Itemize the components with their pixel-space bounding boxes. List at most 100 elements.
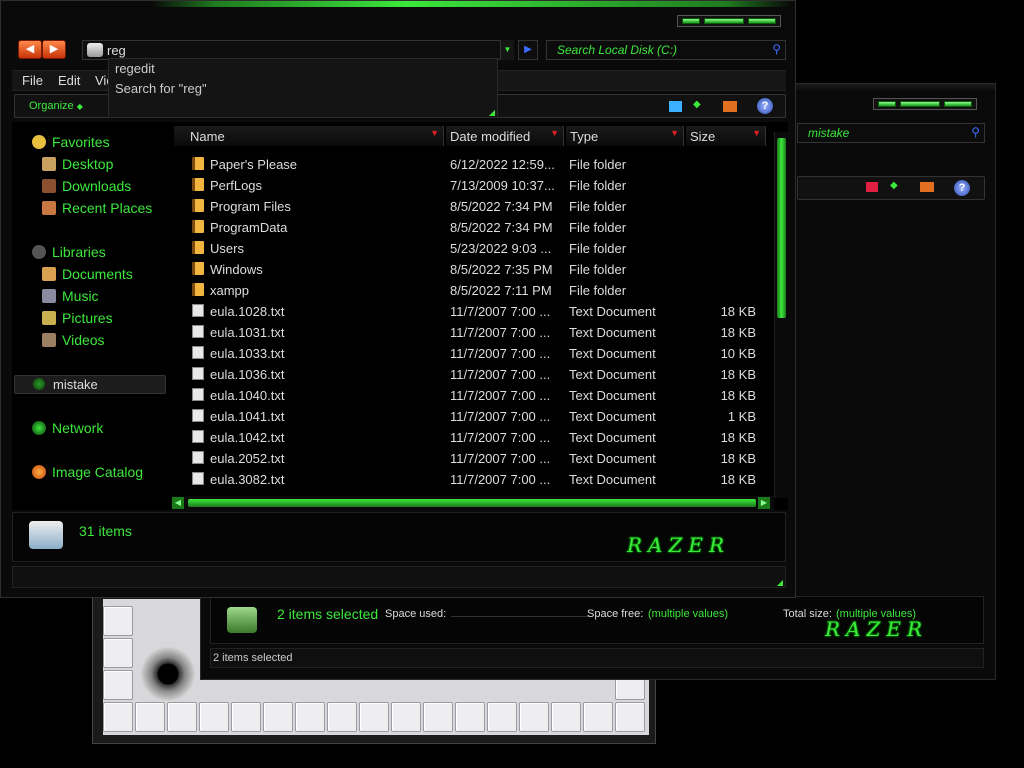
game-tile[interactable] <box>295 702 325 732</box>
game-tile[interactable] <box>103 702 133 732</box>
game-tile[interactable] <box>199 702 229 732</box>
file-row[interactable]: eula.1042.txt 11/7/2007 7:00 ... Text Docu… <box>172 427 772 448</box>
search-input[interactable]: Search Local Disk (C:) ⚲ <box>546 40 786 60</box>
burn-icon[interactable] <box>723 101 737 112</box>
resize-grip-icon[interactable]: ◢ <box>777 578 783 587</box>
vertical-scrollbar[interactable] <box>774 132 788 498</box>
game-tile[interactable] <box>551 702 581 732</box>
search-input-back[interactable]: mistake ⚲ <box>797 123 985 143</box>
game-tile[interactable] <box>135 702 165 732</box>
nav-label: Downloads <box>62 178 132 194</box>
preview-icon[interactable] <box>669 101 682 112</box>
game-tile[interactable] <box>455 702 485 732</box>
game-tile[interactable] <box>103 638 133 668</box>
game-tile[interactable] <box>519 702 549 732</box>
file-row[interactable]: eula.1031.txt 11/7/2007 7:00 ... Text Docu… <box>172 322 772 343</box>
suggestion-item[interactable]: regedit <box>109 59 497 79</box>
game-tile[interactable] <box>423 702 453 732</box>
address-input[interactable] <box>107 43 487 58</box>
file-row[interactable]: Windows 8/5/2022 7:35 PM File folder <box>172 259 772 280</box>
minimize-button[interactable] <box>878 101 896 107</box>
go-button[interactable]: ▶ <box>518 40 538 60</box>
close-button[interactable] <box>944 101 972 107</box>
nav-label: Favorites <box>52 134 110 150</box>
file-name: eula.1028.txt <box>210 304 285 319</box>
file-row[interactable]: PerfLogs 7/13/2009 10:37... File folder <box>172 175 772 196</box>
game-tile[interactable] <box>359 702 389 732</box>
help-icon[interactable]: ? <box>757 98 773 114</box>
search-icon[interactable]: ⚲ <box>772 42 781 56</box>
file-row[interactable]: eula.1028.txt 11/7/2007 7:00 ... Text Docu… <box>172 301 772 322</box>
file-row[interactable]: Users 5/23/2022 9:03 ... File folder <box>172 238 772 259</box>
close-button[interactable] <box>748 18 776 24</box>
column-header-date[interactable]: Date modified ▼ <box>446 126 564 146</box>
game-tile[interactable] <box>103 670 133 700</box>
file-row[interactable]: Program Files 8/5/2022 7:34 PM File folder <box>172 196 772 217</box>
horizontal-scrollbar[interactable]: ◀ ▶ <box>172 496 774 510</box>
scroll-thumb[interactable] <box>188 499 756 507</box>
game-tile[interactable] <box>615 702 645 732</box>
nav-videos[interactable]: Videos <box>42 332 105 348</box>
column-header-type[interactable]: Type ▼ <box>566 126 684 146</box>
file-row[interactable]: ProgramData 8/5/2022 7:34 PM File folder <box>172 217 772 238</box>
file-list[interactable]: Name ▼ Date modified ▼ Type ▼ Size ▼ Paper's… <box>172 122 788 510</box>
file-row[interactable]: eula.1033.txt 11/7/2007 7:00 ... Text Docu… <box>172 343 772 364</box>
column-header-size[interactable]: Size ▼ <box>686 126 766 146</box>
nav-image-catalog[interactable]: Image Catalog <box>32 464 143 480</box>
file-row[interactable]: eula.3082.txt 11/7/2007 7:00 ... Text Docu… <box>172 469 772 490</box>
minimize-button[interactable] <box>682 18 700 24</box>
nav-pictures[interactable]: Pictures <box>42 310 113 326</box>
scroll-left-button[interactable]: ◀ <box>172 497 184 509</box>
menu-edit[interactable]: Edit <box>58 73 80 88</box>
game-tile[interactable] <box>263 702 293 732</box>
file-row[interactable]: xampp 8/5/2022 7:11 PM File folder <box>172 280 772 301</box>
game-tile[interactable] <box>327 702 357 732</box>
email-icon[interactable] <box>866 182 878 192</box>
file-row[interactable]: Paper's Please 6/12/2022 12:59... File fol… <box>172 154 772 175</box>
space-free-label: Space free: <box>587 608 644 620</box>
back-button[interactable]: ◀ <box>18 40 42 59</box>
menu-file[interactable]: File <box>22 73 43 88</box>
file-row[interactable]: eula.1036.txt 11/7/2007 7:00 ... Text Docu… <box>172 364 772 385</box>
address-bar[interactable] <box>82 40 514 60</box>
help-icon[interactable]: ? <box>954 180 970 196</box>
game-tile[interactable] <box>103 606 133 636</box>
space-used-label: Space used: <box>385 608 447 620</box>
file-type: File folder <box>569 241 627 256</box>
status-bar-back: 2 items selected <box>210 648 984 668</box>
resize-grip-icon[interactable]: ◢ <box>489 108 495 117</box>
game-tile[interactable] <box>231 702 261 732</box>
file-row[interactable]: eula.1040.txt 11/7/2007 7:00 ... Text Docu… <box>172 385 772 406</box>
autocomplete-dropdown[interactable]: regedit Search for "reg" ◢ <box>108 58 498 118</box>
forward-button[interactable]: ▶ <box>42 40 66 59</box>
nav-network[interactable]: Network <box>32 420 103 436</box>
nav-recent-places[interactable]: Recent Places <box>42 200 152 216</box>
scroll-thumb[interactable] <box>777 138 786 318</box>
maximize-button[interactable] <box>704 18 744 24</box>
maximize-button[interactable] <box>900 101 940 107</box>
game-tile[interactable] <box>167 702 197 732</box>
game-tile[interactable] <box>487 702 517 732</box>
suggestion-item[interactable]: Search for "reg" <box>109 79 497 99</box>
nav-homegroup[interactable]: mistake <box>14 375 166 394</box>
game-tile[interactable] <box>583 702 613 732</box>
file-name: eula.1041.txt <box>210 409 285 424</box>
column-header-name[interactable]: Name ▼ <box>174 126 444 146</box>
nav-music[interactable]: Music <box>42 288 99 304</box>
file-size: 18 KB <box>720 367 756 382</box>
file-date: 11/7/2007 7:00 ... <box>450 472 551 487</box>
nav-libraries[interactable]: Libraries <box>32 244 106 260</box>
scroll-right-button[interactable]: ▶ <box>758 497 770 509</box>
organize-button[interactable]: Organize ◆ <box>29 100 83 112</box>
nav-favorites[interactable]: Favorites <box>32 134 110 150</box>
burn-icon[interactable] <box>920 182 934 192</box>
file-row[interactable]: eula.2052.txt 11/7/2007 7:00 ... Text Docu… <box>172 448 772 469</box>
file-row[interactable]: eula.1041.txt 11/7/2007 7:00 ... Text Docu… <box>172 406 772 427</box>
search-icon[interactable]: ⚲ <box>971 125 980 139</box>
file-date: 8/5/2022 7:35 PM <box>450 262 553 277</box>
nav-documents[interactable]: Documents <box>42 266 133 282</box>
nav-desktop[interactable]: Desktop <box>42 156 113 172</box>
address-dropdown-button[interactable]: ▼ <box>500 40 514 60</box>
game-tile[interactable] <box>391 702 421 732</box>
nav-downloads[interactable]: Downloads <box>42 178 131 194</box>
